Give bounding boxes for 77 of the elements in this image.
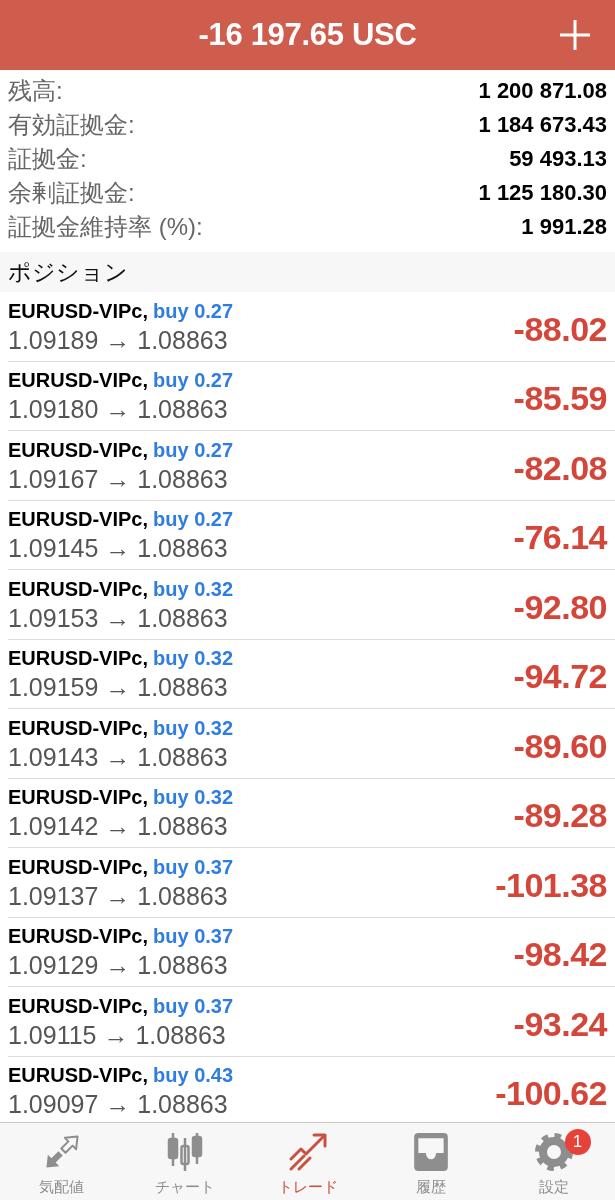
tab-button[interactable]: 設定 1 (492, 1123, 615, 1200)
profit-value: -89.60 (513, 725, 607, 766)
order-volume-label: buy 0.37 (153, 854, 234, 880)
position-row[interactable]: EURUSD-VIPc, buy 0.27 1.09167 → 1.08863 -82.08 (8, 431, 615, 501)
price-change-text: 1.09129 → 1.08863 (8, 951, 228, 980)
summary-value: 1 184 673.43 (478, 112, 607, 138)
symbol-label: EURUSD-VIPc, (8, 576, 149, 602)
profit-value: -92.80 (513, 586, 607, 627)
price-change-text: 1.09142 → 1.08863 (8, 812, 228, 841)
profit-value: -100.62 (495, 1073, 607, 1114)
summary-value: 59 493.13 (509, 146, 607, 172)
symbol-label: EURUSD-VIPc, (8, 854, 149, 880)
position-row[interactable]: EURUSD-VIPc, buy 0.27 1.09189 → 1.08863 -88.02 (8, 292, 615, 362)
symbol-label: EURUSD-VIPc, (8, 785, 149, 811)
order-volume-label: buy 0.32 (153, 785, 234, 811)
position-row[interactable]: EURUSD-VIPc, buy 0.27 1.09180 → 1.08863 -85.59 (8, 361, 615, 431)
position-row[interactable]: EURUSD-VIPc, buy 0.32 1.09153 → 1.08863 -92.80 (8, 570, 615, 640)
order-volume-label: buy 0.37 (153, 924, 234, 950)
price-change-text: 1.09153 → 1.08863 (8, 603, 228, 632)
price-change-text: 1.09167 → 1.08863 (8, 464, 228, 493)
summary-value: 1 200 871.08 (478, 78, 607, 104)
order-volume-label: buy 0.27 (153, 368, 234, 394)
position-row[interactable]: EURUSD-VIPc, buy 0.37 1.09129 → 1.08863 -98.42 (8, 917, 615, 987)
profit-value: -85.59 (513, 378, 607, 419)
profit-value: -76.14 (513, 517, 607, 558)
symbol-label: EURUSD-VIPc, (8, 507, 149, 533)
trend-up-icon (287, 1132, 328, 1172)
order-volume-label: buy 0.43 (153, 1063, 234, 1089)
position-row[interactable]: EURUSD-VIPc, buy 0.37 1.09137 → 1.08863 -101.38 (8, 848, 615, 918)
symbol-label: EURUSD-VIPc, (8, 993, 149, 1019)
order-volume-label: buy 0.27 (153, 298, 234, 324)
position-row[interactable]: EURUSD-VIPc, buy 0.37 1.09115 → 1.08863 -93.24 (8, 987, 615, 1057)
position-row[interactable]: EURUSD-VIPc, buy 0.32 1.09142 → 1.08863 -89.28 (8, 778, 615, 848)
order-volume-label: buy 0.32 (153, 576, 234, 602)
symbol-label: EURUSD-VIPc, (8, 368, 149, 394)
summary-label: 証拠金維持率 (%): (8, 212, 203, 242)
price-change-text: 1.09180 → 1.08863 (8, 395, 228, 424)
profit-value: -94.72 (513, 656, 607, 697)
header-title: -16 197.65 USC (198, 17, 417, 53)
price-change-text: 1.09115 → 1.08863 (8, 1020, 226, 1049)
position-row[interactable]: EURUSD-VIPc, buy 0.32 1.09159 → 1.08863 -94.72 (8, 639, 615, 709)
order-volume-label: buy 0.37 (153, 993, 234, 1019)
symbol-label: EURUSD-VIPc, (8, 298, 149, 324)
summary-value: 1 125 180.30 (478, 180, 607, 206)
price-change-text: 1.09189 → 1.08863 (8, 325, 228, 354)
summary-label: 有効証拠金: (8, 110, 135, 140)
section-title: ポジション (8, 257, 128, 287)
order-volume-label: buy 0.32 (153, 646, 234, 672)
profit-value: -88.02 (513, 308, 607, 349)
profit-value: -82.08 (513, 447, 607, 488)
symbol-label: EURUSD-VIPc, (8, 1063, 149, 1089)
price-change-text: 1.09159 → 1.08863 (8, 673, 228, 702)
profit-value: -89.28 (513, 795, 607, 836)
profit-value: -93.24 (513, 1003, 607, 1044)
summary-value: 1 991.28 (521, 214, 607, 240)
symbol-label: EURUSD-VIPc, (8, 437, 149, 463)
symbol-label: EURUSD-VIPc, (8, 924, 149, 950)
summary-label: 証拠金: (8, 144, 87, 174)
summary-label: 残高: (8, 76, 63, 106)
order-volume-label: buy 0.27 (153, 437, 234, 463)
symbol-label: EURUSD-VIPc, (8, 715, 149, 741)
summary-label: 余剰証拠金: (8, 178, 135, 208)
notification-badge: 1 (564, 1129, 591, 1155)
order-volume-label: buy 0.27 (153, 507, 234, 533)
tab-button[interactable]: トレード (246, 1123, 369, 1200)
price-change-text: 1.09097 → 1.08863 (8, 1090, 228, 1119)
position-row[interactable]: EURUSD-VIPc, buy 0.32 1.09143 → 1.08863 -89.60 (8, 709, 615, 779)
position-row[interactable]: EURUSD-VIPc, buy 0.27 1.09145 → 1.08863 -76.14 (8, 500, 615, 570)
price-change-text: 1.09137 → 1.08863 (8, 881, 228, 910)
profit-value: -98.42 (513, 934, 607, 975)
add-icon (560, 20, 590, 50)
order-volume-label: buy 0.32 (153, 715, 234, 741)
gear-icon (533, 1132, 574, 1172)
symbol-label: EURUSD-VIPc, (8, 646, 149, 672)
price-change-text: 1.09145 → 1.08863 (8, 534, 228, 563)
price-change-text: 1.09143 → 1.08863 (8, 742, 228, 771)
profit-value: -101.38 (495, 864, 607, 905)
